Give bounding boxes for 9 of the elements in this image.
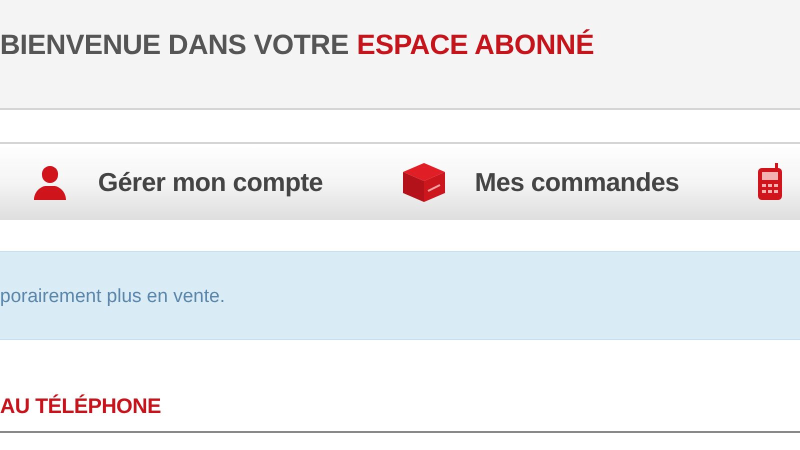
welcome-title-highlight: ESPACE ABONNÉ [356,29,594,61]
notice-text: porairement plus en vente. [0,285,226,308]
box-icon [400,161,447,203]
section-title: AU TÉLÉPHONE [0,395,161,419]
nav-link[interactable]: Gérer mon compte [30,164,323,200]
welcome-title: BIENVENUE DANS VOTRE [0,29,349,61]
phone-icon [757,163,784,201]
nav-link[interactable]: Mes commandes [400,161,680,203]
nav-link[interactable] [757,163,784,201]
